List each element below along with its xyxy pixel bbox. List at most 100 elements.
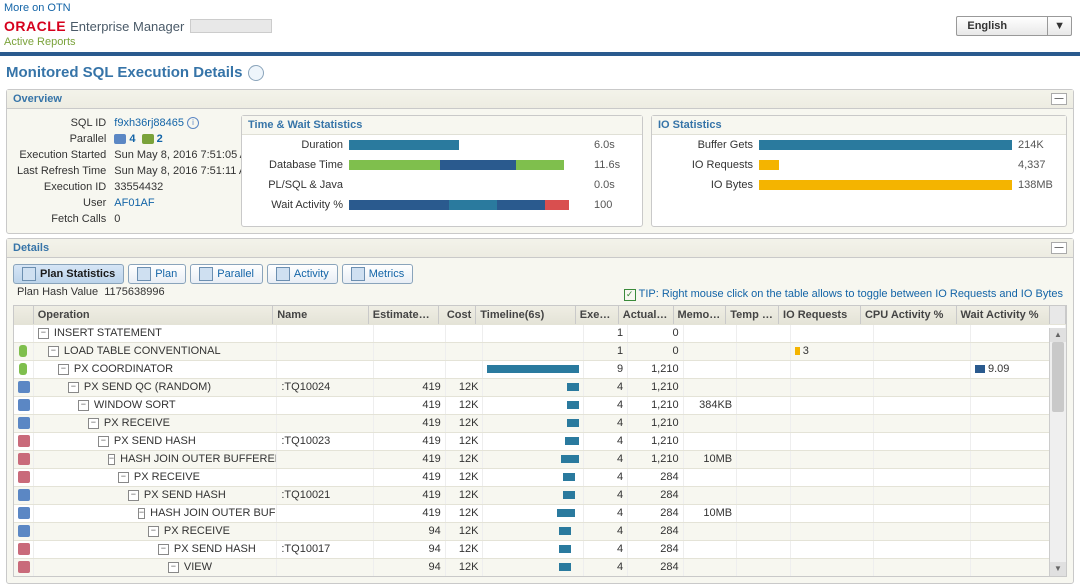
more-on-otn-link[interactable]: More on OTN [4, 2, 71, 14]
tree-toggle[interactable]: − [108, 454, 115, 465]
operation-text: PX RECEIVE [164, 523, 230, 540]
table-row[interactable]: −PX SEND HASH:TQ100179412K4284 [14, 540, 1066, 558]
tree-toggle[interactable]: − [158, 544, 169, 555]
tree-toggle[interactable]: − [118, 472, 129, 483]
col-timeline[interactable]: Timeline(6s) [476, 306, 575, 324]
collapse-icon[interactable]: — [1051, 93, 1067, 105]
sqlid-link[interactable]: f9xh36rj88465 [114, 117, 184, 129]
tree-toggle[interactable]: − [68, 382, 79, 393]
col-operation[interactable]: Operation [34, 306, 274, 324]
collapse-icon[interactable]: — [1051, 242, 1067, 254]
table-row[interactable]: −PX RECEIVE9412K4284 [14, 522, 1066, 540]
cell: 284 [628, 487, 684, 504]
details-tabs: Plan Statistics Plan ParallelActivityMetri… [7, 258, 1073, 286]
table-row[interactable]: −PX RECEIVE41912K41,210 [14, 414, 1066, 432]
table-row[interactable]: −PX SEND HASH:TQ1002141912K4284 [14, 486, 1066, 504]
io-title: IO Statistics [652, 116, 1066, 135]
user-link[interactable]: AF01AF [114, 197, 154, 209]
tree-toggle[interactable]: − [38, 328, 49, 339]
table-row[interactable]: −PX SEND HASH:TQ1002341912K41,210 [14, 432, 1066, 450]
col-actual[interactable]: Actual ... [619, 306, 674, 324]
col-exec[interactable]: Exec... [576, 306, 619, 324]
tree-toggle[interactable]: − [128, 490, 139, 501]
tree-toggle[interactable]: − [48, 346, 59, 357]
scroll-up[interactable]: ▲ [1050, 328, 1066, 342]
cell: 0 [628, 343, 684, 360]
table-row[interactable]: −PX SEND QC (RANDOM):TQ1002441912K41,210 [14, 378, 1066, 396]
tree-toggle[interactable]: − [168, 562, 179, 573]
tree-toggle[interactable]: − [78, 400, 89, 411]
details-section: Details — Plan StatisticsPlanParallelAct… [6, 238, 1074, 584]
tree-toggle[interactable]: − [98, 436, 109, 447]
tab-label: Plan [155, 268, 177, 280]
tree-toggle[interactable]: − [88, 418, 99, 429]
stat-label: Duration [248, 139, 343, 151]
px-blue-icon [18, 381, 30, 393]
table-row[interactable]: −HASH JOIN OUTER BUFFERED41912K428410MB [14, 504, 1066, 522]
details-header: Details — [7, 239, 1073, 258]
table-row[interactable]: −VIEW9412K4284 [14, 558, 1066, 576]
tab-metrics[interactable]: Metrics [342, 264, 413, 284]
operation-text: PX RECEIVE [104, 415, 170, 432]
cell: 4 [584, 451, 628, 468]
cell: 419 [374, 469, 445, 486]
px-red-icon [18, 471, 30, 483]
language-dropdown[interactable]: English ▼ [956, 16, 1072, 36]
stat-row: Duration6.0s [242, 135, 642, 155]
stat-label: IO Bytes [658, 179, 753, 191]
table-row[interactable]: −LOAD TABLE CONVENTIONAL10 3 [14, 342, 1066, 360]
table-row[interactable]: −PX COORDINATOR91,210 9.09 [14, 360, 1066, 378]
col-temp[interactable]: Temp (... [726, 306, 779, 324]
plan-grid[interactable]: Operation Name Estimated... Cost Timelin… [13, 305, 1067, 577]
table-row[interactable]: −HASH JOIN OUTER BUFFERED41912K41,21010M… [14, 450, 1066, 468]
cell [374, 325, 445, 342]
time-wait-title: Time & Wait Statistics [242, 116, 642, 135]
table-row[interactable]: −WINDOW SORT41912K41,210384KB [14, 396, 1066, 414]
overview-header: Overview — [7, 90, 1073, 109]
plan-hash-value: Plan Hash Value 1175638996 [7, 286, 175, 300]
col-estimated[interactable]: Estimated... [369, 306, 439, 324]
tab-icon [137, 267, 151, 281]
cell: 419 [374, 397, 445, 414]
scroll-thumb[interactable] [1052, 342, 1064, 412]
table-row[interactable]: −INSERT STATEMENT10 [14, 324, 1066, 342]
scroll-down[interactable]: ▼ [1050, 562, 1066, 576]
col-iorequests[interactable]: IO Requests [779, 306, 861, 324]
operation-text: PX COORDINATOR [74, 361, 173, 378]
table-row[interactable]: −PX RECEIVE41912K4284 [14, 468, 1066, 486]
tree-toggle[interactable]: − [148, 526, 159, 537]
cell [277, 451, 374, 468]
stat-label: Wait Activity % [248, 199, 343, 211]
col-name[interactable]: Name [273, 306, 369, 324]
tab-plan-statistics[interactable]: Plan Statistics [13, 264, 124, 284]
cell [684, 433, 738, 450]
cell [737, 487, 791, 504]
page-title: Monitored SQL Execution Details [0, 60, 1080, 85]
cell [737, 343, 791, 360]
tree-toggle[interactable]: − [138, 508, 145, 519]
cell: 1 [584, 325, 628, 342]
px-red-icon [18, 543, 30, 555]
stat-bar [349, 160, 588, 170]
tab-plan[interactable]: Plan [128, 264, 186, 284]
stat-value: 138MB [1018, 179, 1060, 191]
cell: 12K [446, 397, 484, 414]
cell [874, 505, 971, 522]
tab-icon [22, 267, 36, 281]
col-memory[interactable]: Memor... [674, 306, 727, 324]
cell: 4 [584, 397, 628, 414]
tree-toggle[interactable]: − [58, 364, 69, 375]
col-cpu[interactable]: CPU Activity % [861, 306, 957, 324]
refresh-icon[interactable] [248, 65, 264, 81]
cell [874, 343, 971, 360]
vertical-scrollbar[interactable]: ▲ ▼ [1049, 328, 1066, 576]
cell [874, 361, 971, 378]
col-wait[interactable]: Wait Activity % [957, 306, 1051, 324]
tab-activity[interactable]: Activity [267, 264, 338, 284]
tab-parallel[interactable]: Parallel [190, 264, 263, 284]
stat-bar [759, 160, 1012, 170]
cell [684, 523, 738, 540]
info-icon[interactable]: i [187, 117, 199, 129]
cell: :TQ10017 [277, 541, 374, 558]
col-cost[interactable]: Cost [439, 306, 476, 324]
